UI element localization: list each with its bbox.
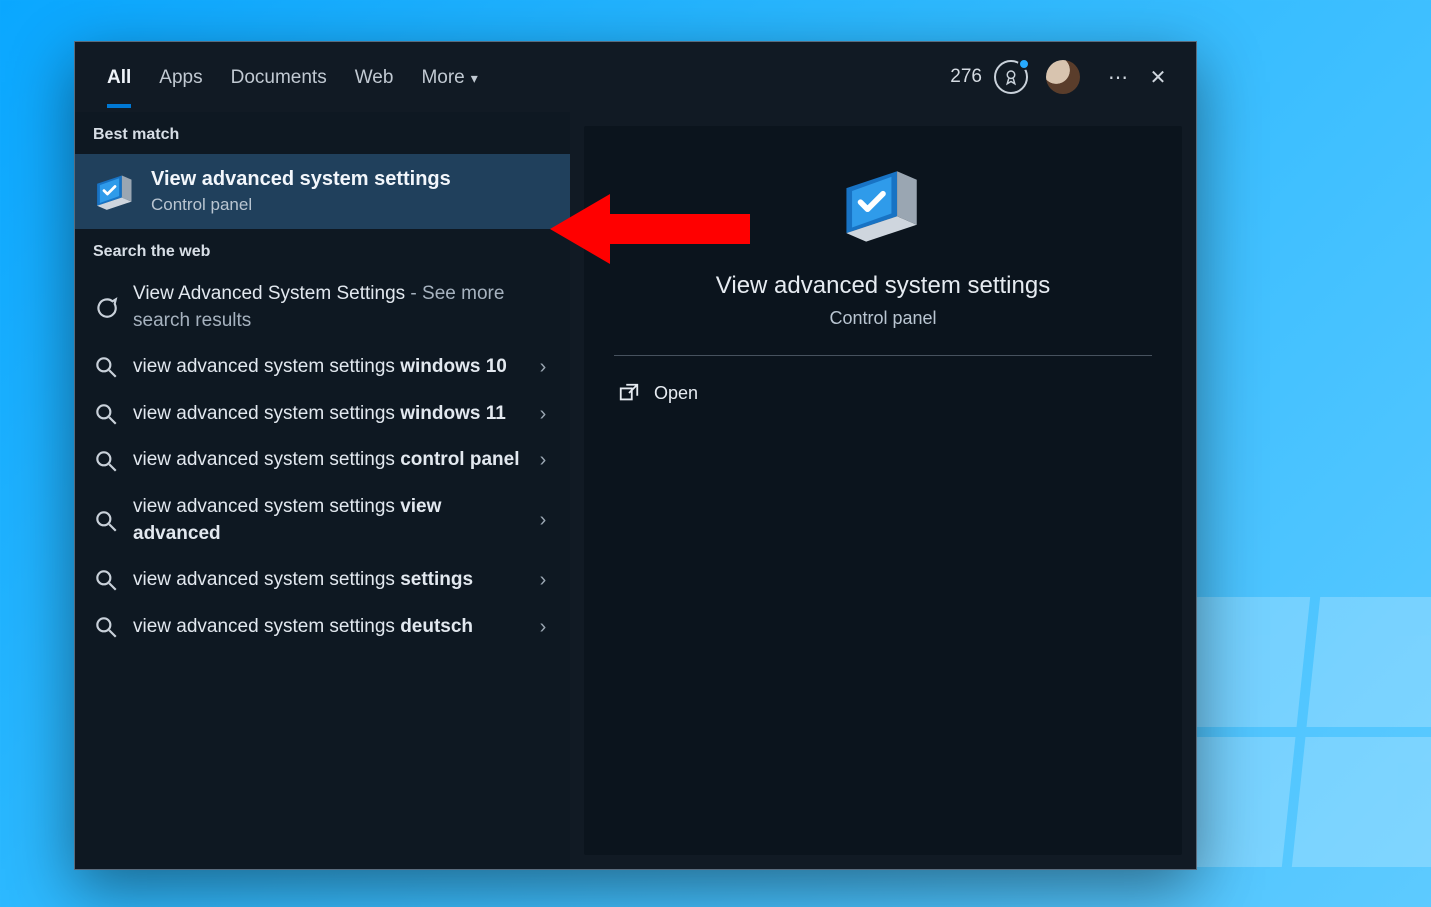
notification-dot-icon <box>1018 58 1030 70</box>
rewards-medal-icon[interactable] <box>994 60 1028 94</box>
open-action[interactable]: Open <box>614 374 1152 412</box>
preview-pane: View advanced system settings Control pa… <box>570 112 1196 869</box>
chevron-right-icon: › <box>534 356 552 379</box>
open-label: Open <box>654 383 698 404</box>
divider <box>614 355 1152 356</box>
chevron-right-icon: › <box>534 616 552 639</box>
best-match-item[interactable]: View advanced system settings Control pa… <box>75 154 570 229</box>
search-icon <box>93 448 119 474</box>
preview-title: View advanced system settings <box>716 272 1050 300</box>
web-suggestion-text: view advanced system settings deutsch <box>133 614 520 641</box>
tab-more[interactable]: More ▾ <box>407 47 491 107</box>
system-settings-icon <box>838 160 928 250</box>
best-match-title: View advanced system settings <box>151 168 451 191</box>
search-icon <box>93 401 119 427</box>
rewards-points[interactable]: 276 <box>950 66 982 88</box>
best-match-header: Best match <box>75 112 570 154</box>
results-pane: Best match View advanced system settings… <box>75 112 570 869</box>
preview-subtitle: Control panel <box>829 308 936 329</box>
web-result-see-more[interactable]: View Advanced System Settings - See more… <box>75 271 570 344</box>
web-suggestion-text: view advanced system settings view advan… <box>133 494 520 547</box>
web-suggestion-text: view advanced system settings windows 11 <box>133 401 520 428</box>
ellipsis-icon: ⋯ <box>1108 65 1128 90</box>
open-icon <box>618 382 640 404</box>
chevron-right-icon: › <box>534 509 552 532</box>
chevron-right-icon: › <box>534 449 552 472</box>
chat-icon <box>93 295 119 321</box>
web-suggestion[interactable]: view advanced system settings windows 11… <box>75 391 570 438</box>
search-icon <box>93 508 119 534</box>
web-suggestion-text: view advanced system settings settings <box>133 567 520 594</box>
tab-documents[interactable]: Documents <box>217 47 341 107</box>
close-button[interactable]: ✕ <box>1138 57 1178 97</box>
chevron-right-icon: › <box>534 569 552 592</box>
web-suggestion[interactable]: view advanced system settings windows 10… <box>75 344 570 391</box>
tab-web[interactable]: Web <box>341 47 408 107</box>
search-icon <box>93 614 119 640</box>
search-icon <box>93 354 119 380</box>
search-scope-tabs: All Apps Documents Web More ▾ 276 ⋯ ✕ <box>75 42 1196 112</box>
search-flyout: All Apps Documents Web More ▾ 276 ⋯ ✕ Bes… <box>74 41 1197 870</box>
user-avatar[interactable] <box>1046 60 1080 94</box>
tab-more-label: More <box>421 67 464 88</box>
close-icon: ✕ <box>1150 65 1167 90</box>
web-suggestion-text: view advanced system settings control pa… <box>133 447 520 474</box>
tab-apps[interactable]: Apps <box>145 47 216 107</box>
web-result-text: View Advanced System Settings - See more… <box>133 281 552 334</box>
tab-all[interactable]: All <box>93 47 145 107</box>
web-suggestion[interactable]: view advanced system settings settings › <box>75 557 570 604</box>
web-suggestion-text: view advanced system settings windows 10 <box>133 354 520 381</box>
chevron-down-icon: ▾ <box>471 70 478 86</box>
search-icon <box>93 567 119 593</box>
best-match-subtitle: Control panel <box>151 195 451 215</box>
preview-card: View advanced system settings Control pa… <box>584 126 1182 855</box>
chevron-right-icon: › <box>534 403 552 426</box>
system-settings-icon <box>93 170 137 214</box>
web-suggestion[interactable]: view advanced system settings control pa… <box>75 437 570 484</box>
web-suggestion[interactable]: view advanced system settings view advan… <box>75 484 570 557</box>
web-suggestion[interactable]: view advanced system settings deutsch › <box>75 604 570 651</box>
more-options-button[interactable]: ⋯ <box>1098 57 1138 97</box>
search-web-header: Search the web <box>75 229 570 271</box>
